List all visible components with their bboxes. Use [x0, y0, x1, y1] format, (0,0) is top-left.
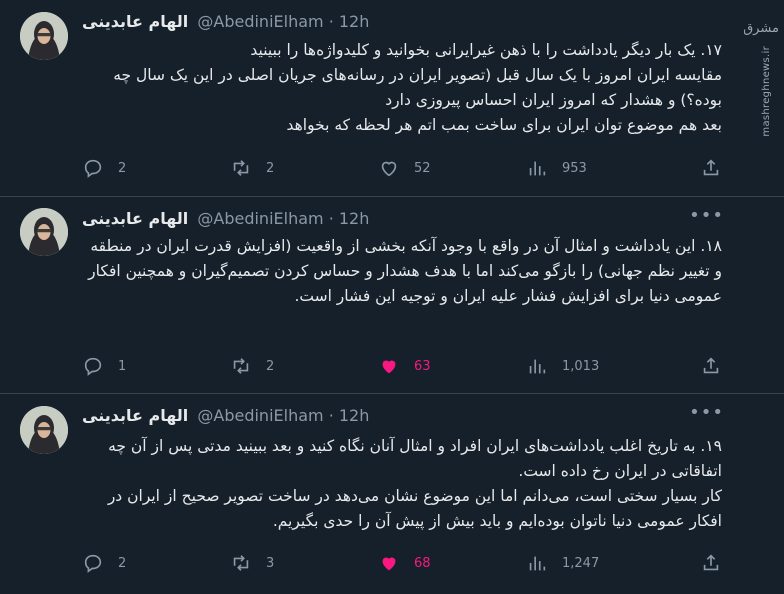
author-handle[interactable]: @AbediniElham — [197, 12, 323, 31]
more-options-icon[interactable]: ••• — [689, 205, 724, 226]
svg-text:مشرق: مشرق — [744, 21, 778, 36]
views-button[interactable]: 953 — [526, 157, 674, 179]
separator-dot: · — [328, 12, 339, 31]
tweet-actions: 2 3 68 1,247 — [82, 552, 722, 574]
share-button[interactable] — [700, 552, 722, 574]
tweet-header: الهام عابدینی @AbediniElham · 12h — [82, 12, 784, 36]
author-handle[interactable]: @AbediniElham — [197, 406, 323, 425]
watermark: مشرق mashreghnews.ir — [742, 4, 782, 137]
reply-count: 1 — [118, 358, 127, 374]
retweet-icon — [233, 160, 249, 176]
author-name[interactable]: الهام عابدینی — [82, 12, 188, 31]
retweet-button[interactable]: 3 — [230, 552, 378, 574]
reply-icon — [84, 159, 102, 178]
retweet-button[interactable]: 2 — [230, 157, 378, 179]
like-button[interactable]: 63 — [378, 355, 526, 377]
tweet-17[interactable]: الهام عابدینی @AbediniElham · 12h ۱۷. یک… — [0, 0, 784, 196]
avatar[interactable] — [20, 12, 68, 60]
author-name[interactable]: الهام عابدینی — [82, 209, 188, 228]
reply-icon — [84, 554, 102, 573]
heart-filled-icon — [382, 557, 396, 571]
retweet-icon — [233, 358, 249, 374]
share-icon — [703, 159, 719, 176]
views-icon — [529, 359, 546, 374]
views-icon — [529, 161, 546, 176]
views-button[interactable]: 1,247 — [526, 552, 674, 574]
retweet-count: 2 — [266, 358, 275, 374]
tweet-18[interactable]: الهام عابدینی @AbediniElham · 12h ••• ۱۸… — [0, 196, 784, 393]
share-button[interactable] — [700, 355, 722, 377]
retweet-count: 3 — [266, 555, 275, 571]
tweet-feed: الهام عابدینی @AbediniElham · 12h ۱۷. یک… — [0, 0, 784, 594]
like-count: 52 — [414, 160, 431, 176]
tweet-time[interactable]: 12h — [339, 209, 370, 228]
like-button[interactable]: 52 — [378, 157, 526, 179]
avatar[interactable] — [20, 208, 68, 256]
reply-count: 2 — [118, 555, 127, 571]
share-icon — [703, 554, 719, 571]
avatar-portrait — [20, 406, 68, 454]
reply-button[interactable]: 2 — [82, 552, 230, 574]
views-button[interactable]: 1,013 — [526, 355, 674, 377]
view-count: 953 — [562, 160, 587, 176]
author-name[interactable]: الهام عابدینی — [82, 406, 188, 425]
retweet-count: 2 — [266, 160, 275, 176]
separator-dot: · — [328, 406, 339, 425]
share-icon — [703, 357, 719, 374]
tweet-time[interactable]: 12h — [339, 12, 370, 31]
retweet-icon — [233, 555, 249, 571]
author-handle[interactable]: @AbediniElham — [197, 209, 323, 228]
reply-button[interactable]: 1 — [82, 355, 230, 377]
share-button[interactable] — [700, 157, 722, 179]
tweet-text: ۱۸. این یادداشت و امثال آن در واقع با وج… — [88, 237, 722, 305]
reply-count: 2 — [118, 160, 127, 176]
tweet-header: الهام عابدینی @AbediniElham · 12h — [82, 406, 784, 430]
heart-icon — [381, 161, 397, 177]
tweet-actions: 1 2 63 1,013 — [82, 355, 722, 377]
view-count: 1,013 — [562, 358, 600, 374]
heart-filled-icon — [382, 360, 396, 374]
avatar-portrait — [20, 12, 68, 60]
view-count: 1,247 — [562, 555, 600, 571]
like-count: 63 — [414, 358, 431, 374]
reply-button[interactable]: 2 — [82, 157, 230, 179]
like-count: 68 — [414, 555, 431, 571]
avatar[interactable] — [20, 406, 68, 454]
avatar-portrait — [20, 208, 68, 256]
tweet-19[interactable]: الهام عابدینی @AbediniElham · 12h ••• ۱۹… — [0, 393, 784, 594]
tweet-time[interactable]: 12h — [339, 406, 370, 425]
tweet-text: ۱۹. به تاریخ اغلب یادداشت‌های ایران افرا… — [107, 437, 722, 530]
views-icon — [529, 556, 546, 571]
tweet-text: ۱۷. یک بار دیگر یادداشت را با ذهن غیرایر… — [113, 41, 722, 134]
tweet-header: الهام عابدینی @AbediniElham · 12h — [82, 209, 784, 233]
separator-dot: · — [328, 209, 339, 228]
mashregh-logo: مشرق — [743, 10, 779, 44]
like-button[interactable]: 68 — [378, 552, 526, 574]
tweet-actions: 2 2 52 953 — [82, 157, 722, 179]
more-options-icon[interactable]: ••• — [689, 402, 724, 423]
retweet-button[interactable]: 2 — [230, 355, 378, 377]
watermark-site: mashreghnews.ir — [761, 46, 772, 137]
reply-icon — [84, 357, 102, 376]
